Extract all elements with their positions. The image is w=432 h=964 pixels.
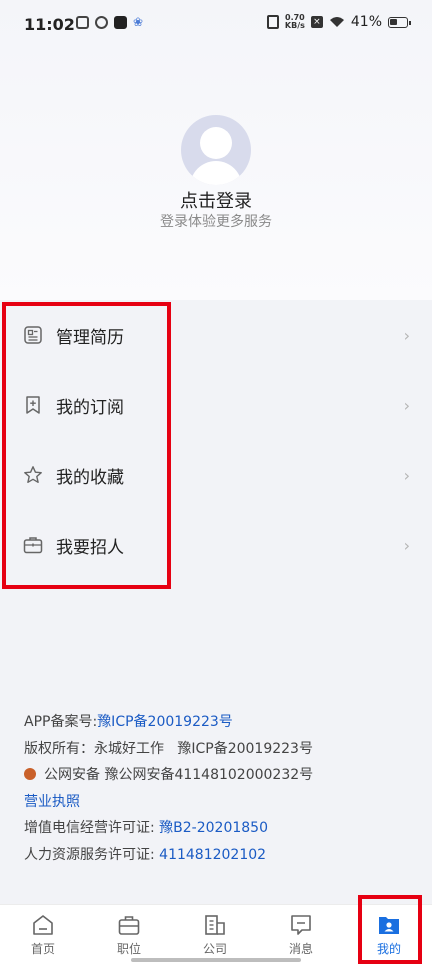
star-icon <box>24 466 42 483</box>
avatar[interactable] <box>181 115 251 185</box>
public-security-text: 公网安备 豫公网安备41148102000232号 <box>44 767 314 783</box>
menu-item-manage-resume[interactable]: 管理简历 › <box>0 300 432 370</box>
battery-percent: 41% <box>350 14 382 30</box>
app-record-label: APP备案号: <box>24 714 98 730</box>
menu-item-label: 我的订阅 <box>56 397 124 418</box>
menu-item-label: 我的收藏 <box>56 467 124 488</box>
resume-icon <box>24 326 42 344</box>
telecom-license-row: 增值电信经营许可证: 豫B2-20201850 <box>24 817 414 844</box>
battery-icon <box>388 16 411 28</box>
menu-item-favorites[interactable]: 我的收藏 › <box>0 440 432 510</box>
app-notification-icon: ❀ <box>133 15 144 29</box>
chevron-right-icon: › <box>403 395 410 415</box>
chevron-right-icon: › <box>403 325 410 345</box>
business-license-row: 营业执照 <box>24 791 414 818</box>
app-notification-icon <box>95 16 108 29</box>
menu-item-label: 我要招人 <box>56 537 124 558</box>
nav-company[interactable]: 公司 <box>172 905 258 964</box>
building-icon <box>205 915 225 935</box>
briefcase-icon <box>23 537 43 554</box>
menu-item-recruit[interactable]: 我要招人 › <box>0 510 432 580</box>
login-title[interactable]: 点击登录 <box>0 187 432 213</box>
footer-info: APP备案号:豫ICP备20019223号 版权所有：永城好工作 豫ICP备20… <box>24 711 414 870</box>
wifi-icon <box>329 17 344 27</box>
telecom-license-link[interactable]: 豫B2-20201850 <box>159 820 268 836</box>
message-icon <box>291 915 311 935</box>
hr-license-link[interactable]: 411481202102 <box>159 847 266 863</box>
briefcase-icon <box>118 916 140 935</box>
nav-label: 我的 <box>376 942 401 956</box>
menu-item-label: 管理简历 <box>56 327 124 348</box>
vibrate-icon <box>266 15 279 29</box>
business-license-link[interactable]: 营业执照 <box>24 794 80 810</box>
public-security-row: 公网安备 豫公网安备41148102000232号 <box>24 764 414 791</box>
nav-label: 首页 <box>30 942 55 956</box>
bookmark-plus-icon <box>26 396 40 414</box>
nav-label: 公司 <box>202 942 227 956</box>
menu-list: 管理简历 › 我的订阅 › 我的收藏 › 我要招人 › <box>0 300 432 580</box>
notification-icons: ❀ <box>76 16 146 29</box>
nav-messages[interactable]: 消息 <box>258 905 344 964</box>
app-record-link[interactable]: 豫ICP备20019223号 <box>97 714 233 730</box>
chevron-right-icon: › <box>403 535 410 555</box>
profile-icon <box>379 917 399 934</box>
network-speed: 0.70 KB/s <box>285 14 305 30</box>
hr-license-row: 人力资源服务许可证: 411481202102 <box>24 844 414 871</box>
app-record-row: APP备案号:豫ICP备20019223号 <box>24 711 414 738</box>
copyright-row: 版权所有：永城好工作 豫ICP备20019223号 <box>24 740 313 757</box>
tiktok-icon <box>114 16 127 29</box>
avatar-head <box>200 127 232 159</box>
gesture-bar[interactable] <box>131 958 301 962</box>
home-icon <box>33 915 53 935</box>
nav-label: 职位 <box>116 942 141 956</box>
no-sim-icon: × <box>310 16 323 28</box>
network-speed-unit: KB/s <box>284 21 305 30</box>
telecom-label: 增值电信经营许可证: <box>24 820 160 836</box>
chevron-right-icon: › <box>403 465 410 485</box>
nav-profile[interactable]: 我的 <box>346 905 432 964</box>
login-subtitle: 登录体验更多服务 <box>160 214 272 230</box>
avatar-body <box>190 161 242 185</box>
app-notification-icon <box>76 16 89 29</box>
status-bar: 11:02 ❀ 0.70 KB/s × 41% <box>0 0 432 50</box>
bottom-nav: 首页 职位 公司 消息 我的 <box>0 904 432 964</box>
nav-label: 消息 <box>288 942 313 956</box>
police-badge-icon <box>24 768 36 780</box>
nav-jobs[interactable]: 职位 <box>86 905 172 964</box>
status-time: 11:02 <box>24 15 75 34</box>
system-indicators: 0.70 KB/s × 41% <box>266 14 411 30</box>
hr-label: 人力资源服务许可证: <box>24 846 160 863</box>
menu-item-subscriptions[interactable]: 我的订阅 › <box>0 370 432 440</box>
nav-home[interactable]: 首页 <box>0 905 86 964</box>
